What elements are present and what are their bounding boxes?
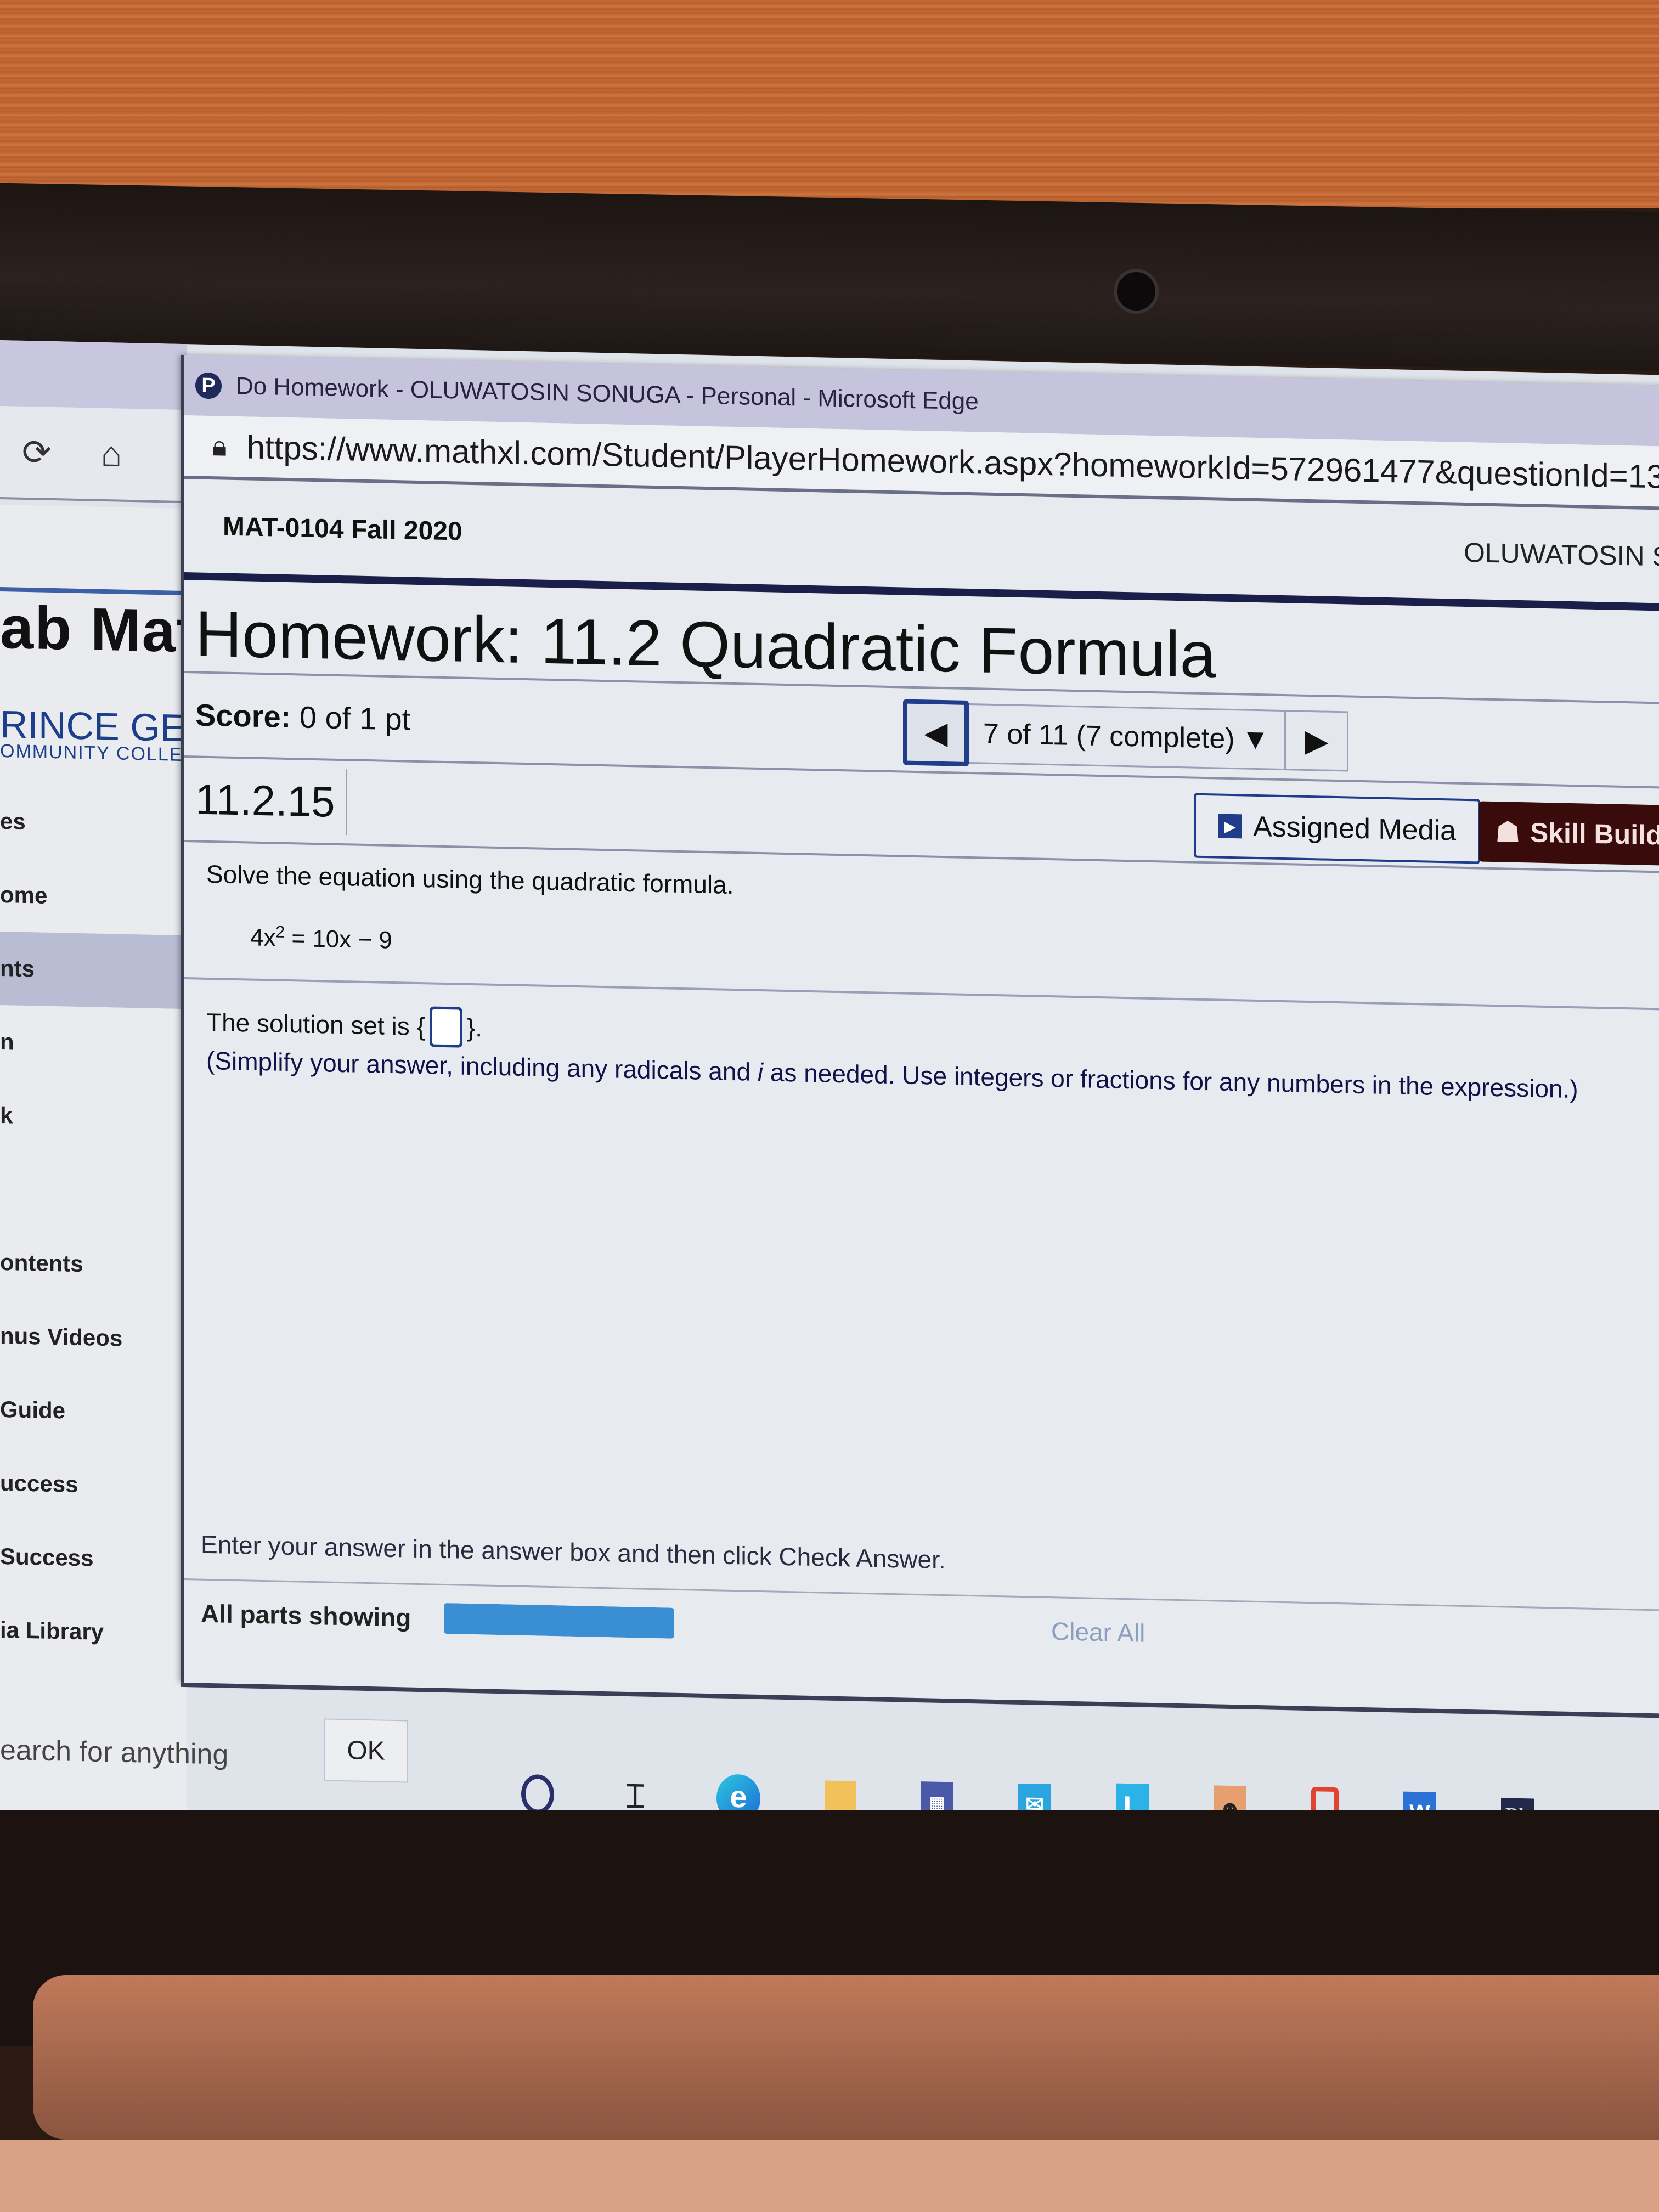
score: Score: 0 of 1 pt [184, 697, 410, 737]
course-name: MAT-0104 Fall 2020 [223, 512, 462, 546]
nav-item[interactable]: n [0, 1005, 187, 1082]
nav-item[interactable]: nus Videos [0, 1299, 187, 1376]
skill-builder-button[interactable]: ☗ Skill Build [1479, 801, 1659, 866]
nav-item[interactable]: ome [0, 858, 187, 935]
background-browser-titlebar [0, 340, 187, 410]
progress-fill [444, 1602, 675, 1639]
background-browser-toolbar: ⟳ ⌂ [0, 406, 187, 504]
window-title: Do Homework - OLUWATOSIN SONUGA - Person… [236, 373, 979, 415]
assigned-media-label: Assigned Media [1253, 810, 1456, 847]
nav-item[interactable]: Guide [0, 1373, 187, 1450]
nav-item[interactable]: k [0, 1079, 187, 1156]
ok-button[interactable]: OK [324, 1718, 408, 1783]
equation-lhs: 4x [250, 924, 276, 952]
nav-item[interactable]: Success [0, 1520, 187, 1597]
previous-question-button[interactable]: ◀ [903, 699, 969, 766]
cortana-icon[interactable] [521, 1774, 554, 1815]
refresh-icon[interactable]: ⟳ [22, 431, 52, 473]
nav-item-active[interactable]: nts [0, 932, 187, 1009]
laptop-screen: ⟳ ⌂ ab Math RINCE GEOR OMMUNITY COLLEG e… [0, 340, 1659, 1878]
score-value: 0 of 1 pt [299, 699, 411, 737]
home-icon[interactable]: ⌂ [101, 433, 122, 475]
score-label: Score: [195, 697, 291, 734]
laptop-bezel-top [0, 183, 1659, 371]
skill-builder-label: Skill Build [1530, 817, 1659, 851]
skill-blocks-icon: ☗ [1496, 816, 1520, 848]
question-navigator: ◀ 7 of 11 (7 complete) ▼ ▶ [903, 699, 1349, 774]
solution-suffix: }. [466, 1013, 483, 1042]
caret-right-icon: ▶ [1305, 723, 1329, 758]
answer-panel: The solution set is { }. (Simplify your … [184, 979, 1659, 1560]
nav-item[interactable]: ontents [0, 1226, 187, 1303]
pearson-logo-icon: P [195, 372, 222, 399]
answer-footer: All parts showing Clear All [184, 1578, 1659, 1678]
caret-left-icon: ◀ [924, 715, 948, 751]
nav-item[interactable] [0, 1152, 187, 1229]
desk-background [0, 0, 1659, 208]
answer-input[interactable] [429, 1006, 462, 1048]
equation: 4x2 = 10x − 9 [250, 923, 1659, 982]
media-play-icon: ▶ [1218, 814, 1242, 839]
laptop-hinge [33, 1975, 1659, 2140]
next-question-button[interactable]: ▶ [1285, 710, 1349, 772]
hint-italic: i [757, 1057, 764, 1087]
hint-text: (Simplify your answer, including any rad… [206, 1046, 758, 1086]
parts-progress-bar [444, 1602, 675, 1639]
equation-rhs: = 10x − 9 [285, 924, 392, 954]
equation-exponent: 2 [275, 923, 285, 941]
solution-prefix: The solution set is { [206, 1007, 425, 1041]
caret-down-icon: ▼ [1241, 723, 1270, 756]
background-nav: es ome nts n k ontents nus Videos Guide … [0, 785, 187, 1671]
lock-icon: 🔒︎ [212, 430, 227, 462]
question-id: 11.2.15 [184, 766, 347, 836]
laptop-base [0, 2140, 1659, 2212]
question-selector-label: 7 of 11 (7 complete) [983, 718, 1235, 755]
taskbar-search-input[interactable]: earch for anything [0, 1734, 228, 1771]
college-subtitle: OMMUNITY COLLEG [0, 741, 199, 766]
nav-item[interactable]: ia Library [0, 1593, 187, 1671]
user-name: OLUWATOSIN SONU [1463, 537, 1659, 574]
parts-showing-label: All parts showing [201, 1599, 411, 1632]
webcam [1114, 269, 1159, 314]
clear-all-button[interactable]: Clear All [1051, 1616, 1145, 1648]
question-selector[interactable]: 7 of 11 (7 complete) ▼ [969, 703, 1286, 771]
nav-item[interactable]: uccess [0, 1446, 187, 1523]
assigned-media-button[interactable]: ▶ Assigned Media [1194, 793, 1480, 864]
nav-item[interactable]: es [0, 785, 187, 862]
homework-popup-window: P Do Homework - OLUWATOSIN SONUGA - Pers… [181, 354, 1659, 1714]
